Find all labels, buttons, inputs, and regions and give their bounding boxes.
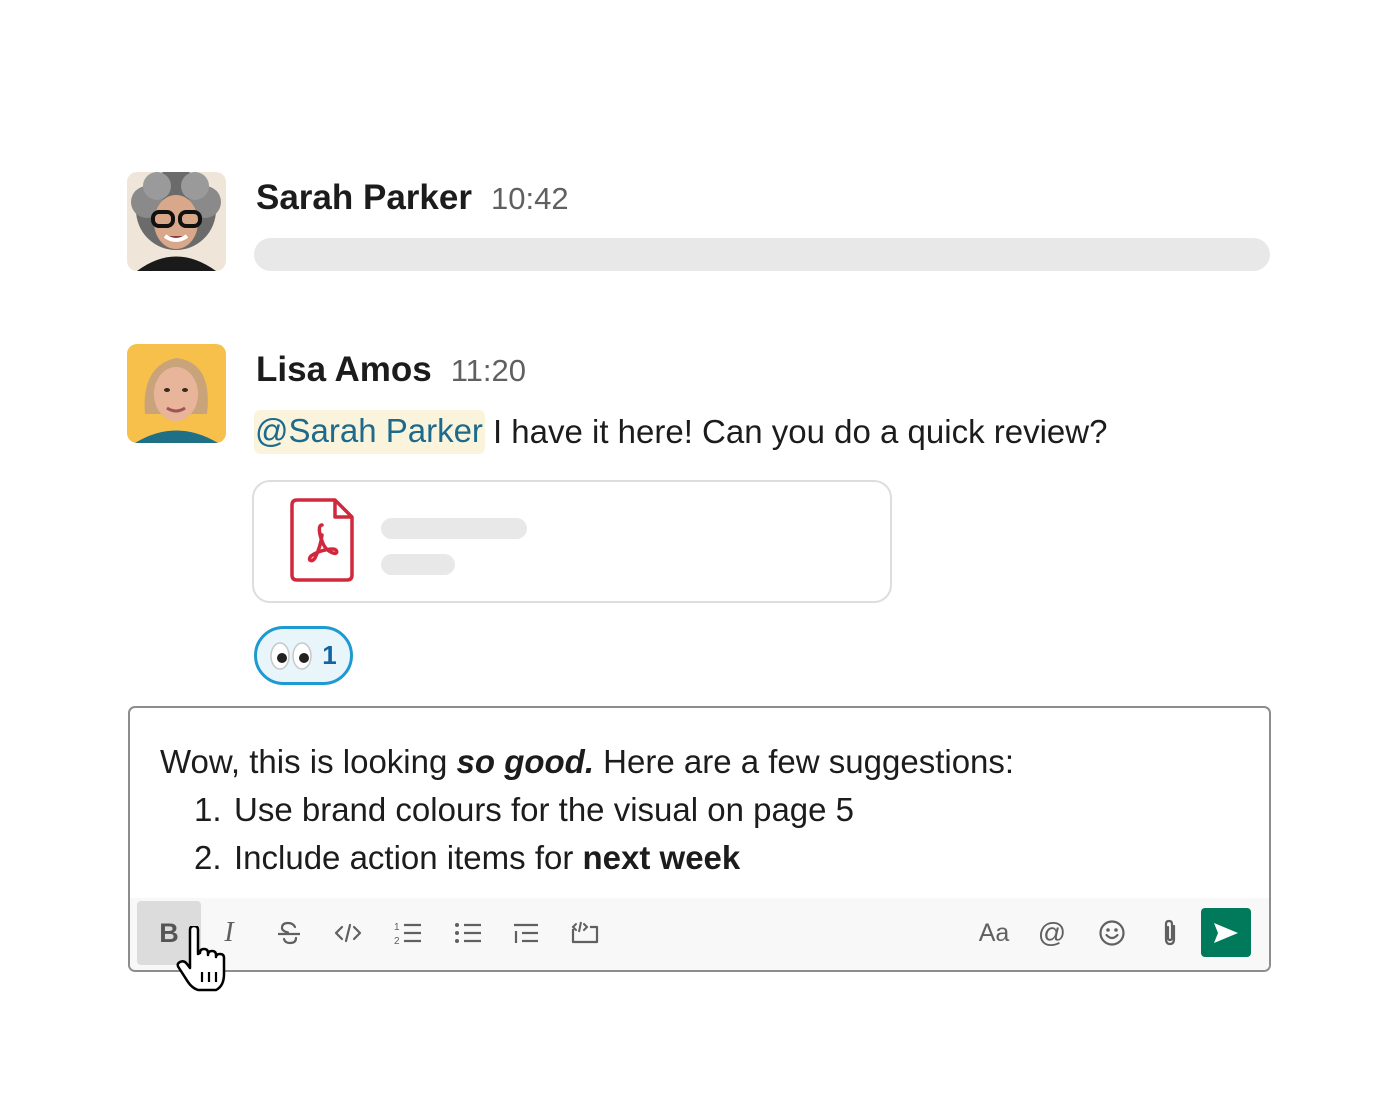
avatar-lisa-amos[interactable] bbox=[127, 344, 226, 443]
message-body: @Sarah Parker I have it here! Can you do… bbox=[254, 410, 1107, 454]
code-block-icon bbox=[571, 921, 599, 944]
emoji-icon bbox=[1099, 920, 1125, 946]
message-header: Lisa Amos 11:20 bbox=[256, 350, 526, 390]
send-button[interactable] bbox=[1201, 908, 1251, 957]
file-meta-placeholder bbox=[381, 554, 455, 575]
ordered-list-icon: 12 bbox=[394, 922, 421, 946]
svg-text:2: 2 bbox=[394, 936, 400, 946]
message-header: Sarah Parker 10:42 bbox=[256, 178, 569, 218]
send-icon bbox=[1214, 922, 1238, 943]
bulleted-list-icon bbox=[455, 923, 481, 943]
draft-intro: Wow, this is looking so good. Here are a… bbox=[160, 738, 1014, 786]
blockquote-button[interactable] bbox=[494, 901, 558, 965]
bulleted-list-button[interactable] bbox=[436, 901, 500, 965]
pdf-attachment[interactable] bbox=[252, 480, 892, 603]
composer-input[interactable]: Wow, this is looking so good. Here are a… bbox=[160, 738, 1014, 882]
message-placeholder bbox=[254, 238, 1270, 271]
ordered-list-button[interactable]: 12 bbox=[376, 901, 440, 965]
avatar-sarah-parker[interactable] bbox=[127, 172, 226, 271]
attach-button[interactable] bbox=[1138, 901, 1202, 965]
code-button[interactable] bbox=[316, 901, 380, 965]
list-item: 1. Use brand colours for the visual on pa… bbox=[160, 786, 1014, 834]
message-composer[interactable]: Wow, this is looking so good. Here are a… bbox=[128, 706, 1271, 972]
formatting-button[interactable]: Aa bbox=[962, 901, 1026, 965]
blockquote-icon bbox=[514, 923, 538, 943]
paperclip-icon bbox=[1164, 919, 1176, 946]
mention-button[interactable]: @ bbox=[1020, 901, 1084, 965]
hand-pointer-cursor-icon bbox=[176, 924, 234, 999]
draft-text: Here are a few suggestions: bbox=[594, 743, 1015, 780]
reaction-eyes[interactable]: 1 bbox=[254, 626, 353, 685]
list-number: 1. bbox=[194, 791, 222, 828]
list-bold-text: next week bbox=[582, 839, 741, 876]
author-name[interactable]: Sarah Parker bbox=[256, 178, 472, 218]
svg-text:1: 1 bbox=[394, 922, 400, 933]
code-block-button[interactable] bbox=[553, 901, 617, 965]
list-text: Use brand colours for the visual on page… bbox=[234, 791, 855, 828]
draft-text: Wow, this is looking bbox=[160, 743, 457, 780]
file-name-placeholder bbox=[381, 518, 527, 539]
strikethrough-icon bbox=[278, 921, 300, 945]
message-text: I have it here! Can you do a quick revie… bbox=[492, 413, 1108, 450]
user-mention[interactable]: @Sarah Parker bbox=[254, 410, 485, 454]
timestamp[interactable]: 10:42 bbox=[491, 181, 569, 217]
list-number: 2. bbox=[194, 839, 222, 876]
emoji-button[interactable] bbox=[1080, 901, 1144, 965]
text-format-icon: Aa bbox=[978, 918, 1010, 947]
author-name[interactable]: Lisa Amos bbox=[256, 350, 432, 390]
code-icon bbox=[334, 923, 362, 943]
reaction-count: 1 bbox=[322, 640, 337, 670]
eyes-emoji-icon bbox=[270, 641, 313, 670]
at-mention-icon: @ bbox=[1037, 917, 1067, 948]
pdf-file-icon bbox=[289, 497, 355, 588]
draft-emphasis: so good. bbox=[456, 743, 595, 780]
formatting-toolbar: B I 12 Aa @ bbox=[130, 898, 1269, 970]
list-item: 2. Include action items for next week bbox=[160, 834, 1014, 882]
strikethrough-button[interactable] bbox=[257, 901, 321, 965]
timestamp[interactable]: 11:20 bbox=[451, 353, 526, 389]
list-text: Include action items for bbox=[234, 839, 583, 876]
